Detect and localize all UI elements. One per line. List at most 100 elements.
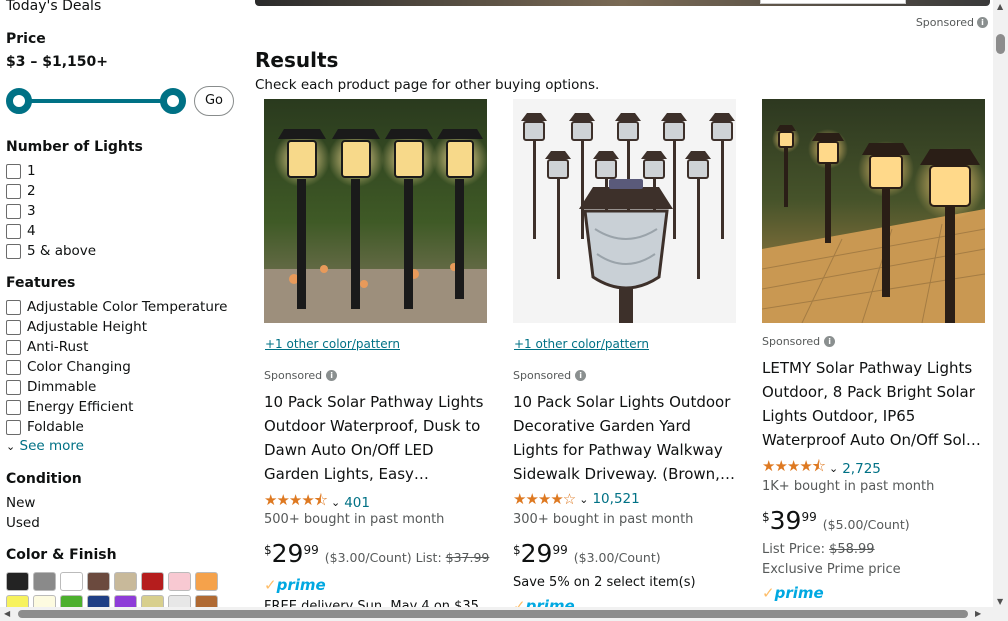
feature-option[interactable]: Dimmable xyxy=(6,378,96,396)
product-card[interactable]: +1 other color/pattern Sponsored i 10 Pac… xyxy=(505,99,743,609)
price[interactable]: $39 99 ($5.00/Count) xyxy=(762,508,910,534)
product-card[interactable]: +1 other color/pattern Sponsored i 10 Pac… xyxy=(256,99,494,609)
feature-option[interactable]: Color Changing xyxy=(6,358,131,376)
feature-option[interactable]: Energy Efficient xyxy=(6,398,133,416)
unit-price: ($3.00/Count) List: $37.99 xyxy=(325,550,490,565)
condition-used-link[interactable]: Used xyxy=(6,515,40,531)
option-label: 1 xyxy=(27,163,36,179)
chevron-down-icon[interactable]: ⌄ xyxy=(331,496,340,509)
todays-deals-link[interactable]: Today's Deals xyxy=(6,0,101,14)
prime-badge: ✓prime xyxy=(264,576,326,594)
review-count[interactable]: 10,521 xyxy=(592,491,639,507)
product-image[interactable] xyxy=(264,99,487,323)
checkbox[interactable] xyxy=(6,183,21,199)
color-swatch[interactable] xyxy=(114,572,137,591)
color-swatch[interactable] xyxy=(87,572,110,591)
star-rating-icon[interactable]: ★★★★☆ xyxy=(513,490,576,508)
condition-new-link[interactable]: New xyxy=(6,495,35,511)
product-card[interactable]: Sponsored i LETMY Solar Pathway Lights Ou… xyxy=(754,99,992,609)
scroll-up-icon[interactable]: ▲ xyxy=(997,2,1003,11)
checkbox[interactable] xyxy=(6,223,21,239)
lights-option-4[interactable]: 4 xyxy=(6,222,36,240)
checkbox[interactable] xyxy=(6,379,21,395)
product-title[interactable]: 10 Pack Solar Pathway Lights Outdoor Wat… xyxy=(264,390,490,486)
list-label: List: xyxy=(415,550,442,565)
rating[interactable]: ★★★★☆ ⌄ 10,521 xyxy=(513,490,640,508)
star-rating-icon[interactable]: ★★★★⯪ xyxy=(762,456,826,481)
savings-info: Save 5% on 2 select item(s) xyxy=(513,575,696,590)
feature-option[interactable]: Adjustable Color Temperature xyxy=(6,298,227,316)
checkbox[interactable] xyxy=(6,163,21,179)
checkbox[interactable] xyxy=(6,203,21,219)
color-swatch[interactable] xyxy=(60,572,83,591)
checkbox[interactable] xyxy=(6,339,21,355)
lights-option-1[interactable]: 1 xyxy=(6,162,36,180)
sponsored-label[interactable]: Sponsored i xyxy=(264,369,338,382)
option-label: Adjustable Height xyxy=(27,319,148,335)
scroll-right-icon[interactable]: ▶ xyxy=(975,609,981,618)
chevron-down-icon[interactable]: ⌄ xyxy=(579,493,588,506)
info-icon[interactable]: i xyxy=(977,17,988,28)
vertical-scroll-thumb[interactable] xyxy=(996,34,1005,54)
product-image[interactable] xyxy=(513,99,736,323)
price-dollars: 29 xyxy=(271,539,304,568)
option-label: 5 & above xyxy=(27,243,97,259)
color-pattern-link[interactable]: +1 other color/pattern xyxy=(265,337,400,351)
option-label: 3 xyxy=(27,203,36,219)
feature-option[interactable]: Anti-Rust xyxy=(6,338,88,356)
lights-option-3[interactable]: 3 xyxy=(6,202,36,220)
sponsored-text: Sponsored xyxy=(513,369,572,382)
horizontal-scrollbar[interactable]: ◀ ▶ xyxy=(0,607,1008,621)
price-slider[interactable] xyxy=(6,88,186,114)
sponsored-label[interactable]: Sponsored i xyxy=(916,16,988,29)
product-title[interactable]: LETMY Solar Pathway Lights Outdoor, 8 Pa… xyxy=(762,356,988,452)
slider-max-handle[interactable] xyxy=(160,88,186,114)
price[interactable]: $29 99 ($3.00/Count) List: $37.99 xyxy=(264,541,489,567)
lights-option-2[interactable]: 2 xyxy=(6,182,36,200)
feature-option[interactable]: Foldable xyxy=(6,418,84,436)
chevron-down-icon[interactable]: ⌄ xyxy=(829,462,838,475)
product-title[interactable]: 10 Pack Solar Lights Outdoor Decorative … xyxy=(513,390,739,486)
option-label: Adjustable Color Temperature xyxy=(27,299,228,315)
price[interactable]: $29 99 ($3.00/Count) xyxy=(513,541,661,567)
color-pattern-link[interactable]: +1 other color/pattern xyxy=(514,337,649,351)
color-swatch[interactable] xyxy=(6,572,29,591)
currency-symbol: $ xyxy=(513,543,521,557)
checkbox[interactable] xyxy=(6,299,21,315)
prime-text: prime xyxy=(276,576,326,594)
unit-price: ($3.00/Count) xyxy=(573,550,661,565)
list-label: List Price: xyxy=(762,542,825,557)
horizontal-scroll-thumb[interactable] xyxy=(18,610,968,618)
review-count[interactable]: 401 xyxy=(344,495,370,511)
color-swatch[interactable] xyxy=(33,572,56,591)
sponsored-label[interactable]: Sponsored i xyxy=(513,369,587,382)
option-label: Color Changing xyxy=(27,359,131,375)
check-icon: ✓ xyxy=(762,584,775,602)
feature-option[interactable]: Adjustable Height xyxy=(6,318,147,336)
scroll-down-icon[interactable]: ▼ xyxy=(997,597,1003,606)
color-swatch[interactable] xyxy=(168,572,191,591)
checkbox[interactable] xyxy=(6,419,21,435)
price-dollars: 39 xyxy=(769,506,802,535)
info-icon[interactable]: i xyxy=(326,370,338,381)
lights-option-5-above[interactable]: 5 & above xyxy=(6,242,96,260)
scroll-left-icon[interactable]: ◀ xyxy=(4,609,10,618)
sponsored-text: Sponsored xyxy=(264,369,323,382)
vertical-scrollbar[interactable]: ▲ ▼ xyxy=(993,0,1008,608)
checkbox[interactable] xyxy=(6,243,21,259)
see-more-link[interactable]: ⌄ See more xyxy=(6,438,84,454)
checkbox[interactable] xyxy=(6,399,21,415)
info-icon[interactable]: i xyxy=(575,370,587,381)
color-swatch[interactable] xyxy=(195,572,218,591)
sponsored-label[interactable]: Sponsored i xyxy=(762,335,836,348)
slider-min-handle[interactable] xyxy=(6,88,32,114)
review-count[interactable]: 2,725 xyxy=(842,461,881,477)
checkbox[interactable] xyxy=(6,319,21,335)
price-go-button[interactable]: Go xyxy=(194,86,234,116)
checkbox[interactable] xyxy=(6,359,21,375)
rating[interactable]: ★★★★⯪ ⌄ 2,725 xyxy=(762,456,881,481)
product-image[interactable] xyxy=(762,99,985,323)
price-dollars: 29 xyxy=(520,539,553,568)
color-swatch[interactable] xyxy=(141,572,164,591)
info-icon[interactable]: i xyxy=(824,336,836,347)
